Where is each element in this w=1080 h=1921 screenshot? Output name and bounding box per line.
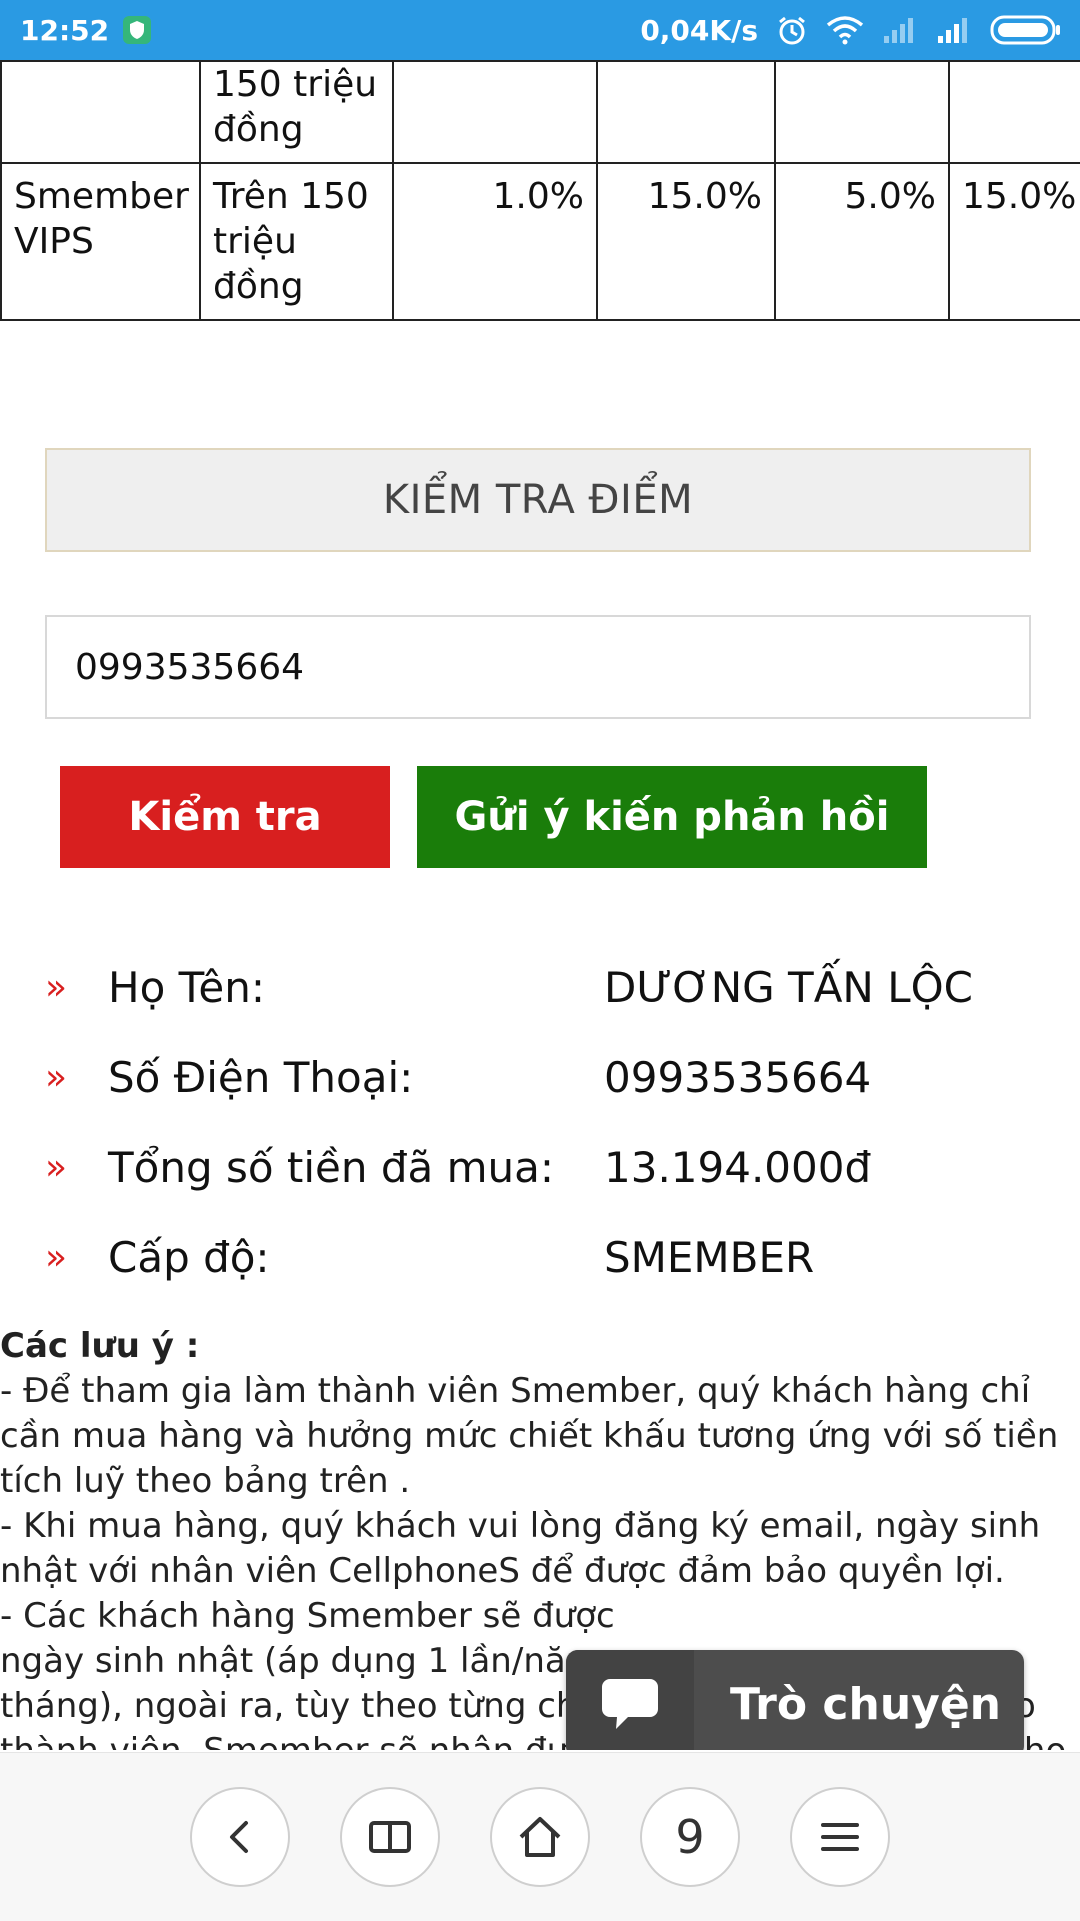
signal-weak-icon [882,16,918,44]
page-content[interactable]: 150 triệu đồng Smember VIPS Trên 150 tri… [0,60,1080,1750]
home-button[interactable] [490,1787,590,1887]
table-cell [596,60,776,164]
notes-line: - Để tham gia làm thành viên Smember, qu… [0,1371,1059,1501]
table-cell [948,60,1080,164]
chat-bubble-icon [602,1679,658,1729]
check-button[interactable]: Kiểm tra [60,766,390,868]
table-cell: 1.0% [392,162,598,321]
alarm-icon [776,14,808,46]
phone-input[interactable] [45,615,1031,719]
table-cell [774,60,950,164]
notes-title: Các lưu ý : [0,1326,200,1366]
info-value-name: DƯƠNG TẤN LỘC [604,963,973,1012]
member-info-list: » Họ Tên: DƯƠNG TẤN LỘC » Số Điện Thoại:… [0,955,1080,1315]
list-item: » Họ Tên: DƯƠNG TẤN LỘC [0,955,1080,1045]
table-cell [392,60,598,164]
table-row: 150 triệu đồng [0,60,1080,164]
info-label-total: Tổng số tiền đã mua: [108,1143,555,1192]
info-value-phone: 0993535664 [604,1053,872,1102]
shield-icon [123,16,152,44]
bullet-icon: » [45,1147,68,1188]
table-cell: 5.0% [774,162,950,321]
tabs-button[interactable]: 9 [640,1787,740,1887]
signal-icon [936,16,972,44]
browser-bottom-nav: 9 [0,1752,1080,1921]
network-speed: 0,04K/s [640,13,758,47]
list-item: » Cấp độ: SMEMBER [0,1225,1080,1315]
check-points-banner: KIỂM TRA ĐIỂM [45,448,1031,552]
info-value-level: SMEMBER [604,1233,815,1282]
bullet-icon: » [45,967,68,1008]
table-cell [0,60,201,164]
info-label-level: Cấp độ: [108,1233,270,1282]
table-cell-tier: Smember VIPS [0,162,201,321]
status-bar: 12:52 0,04K/s [0,0,1080,60]
reader-mode-button[interactable] [340,1787,440,1887]
feedback-button[interactable]: Gửi ý kiến phản hồi [417,766,927,868]
info-label-name: Họ Tên: [108,963,265,1012]
list-item: » Tổng số tiền đã mua: 13.194.000đ [0,1135,1080,1225]
table-cell-range: 150 triệu đồng [199,60,394,164]
notes-line: - Các khách hàng Smember sẽ được [0,1596,615,1636]
status-time: 12:52 [20,13,110,47]
bullet-icon: » [45,1237,68,1278]
menu-button[interactable] [790,1787,890,1887]
hamburger-menu-icon [821,1823,859,1851]
book-icon [369,1821,411,1853]
table-cell: 15.0% [948,162,1080,321]
back-button[interactable] [190,1787,290,1887]
bullet-icon: » [45,1057,68,1098]
battery-icon [990,14,1062,46]
chat-label: Trò chuyện [730,1678,1002,1730]
info-label-phone: Số Điện Thoại: [108,1053,414,1102]
notes-line: - Khi mua hàng, quý khách vui lòng đăng … [0,1506,1041,1591]
table-row: Smember VIPS Trên 150 triệu đồng 1.0% 15… [0,162,1080,321]
table-cell-range: Trên 150 triệu đồng [199,162,394,321]
chat-widget-button[interactable]: Trò chuyện [566,1650,1024,1750]
table-cell: 15.0% [596,162,776,321]
chat-icon-box [566,1650,694,1750]
info-value-total: 13.194.000đ [604,1143,872,1192]
home-icon [519,1817,561,1857]
tier-table: 150 triệu đồng Smember VIPS Trên 150 tri… [0,60,1080,321]
list-item: » Số Điện Thoại: 0993535664 [0,1045,1080,1135]
chevron-left-icon [230,1821,248,1853]
wifi-icon [826,15,864,45]
